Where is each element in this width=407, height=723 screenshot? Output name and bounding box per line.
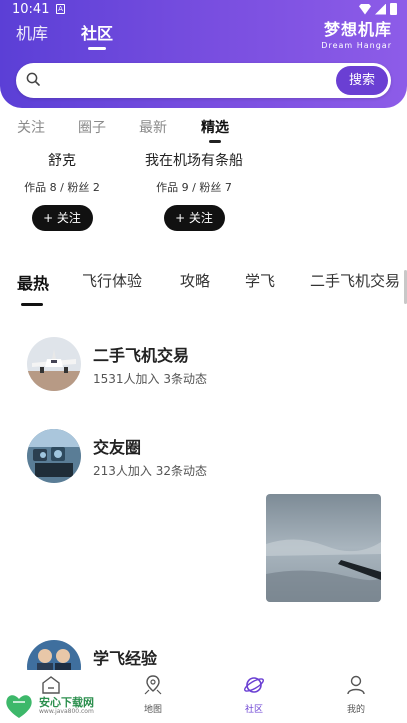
group-title: 学飞经验 — [93, 649, 158, 668]
nav-map-label: 地图 — [143, 705, 162, 715]
search-icon — [26, 72, 40, 86]
category-tabs: 最热 飞行体验 攻略 学飞 二手飞机交易 — [0, 270, 407, 294]
tab-circles[interactable]: 圈子 — [78, 117, 106, 137]
group-item[interactable]: 二手飞机交易 1531人加入 3条动态 — [27, 337, 387, 391]
user-icon — [347, 675, 365, 695]
user-stats: 作品 8 / 粉丝 2 — [24, 181, 100, 194]
category-indicator — [21, 303, 43, 306]
notification-icon: A — [56, 4, 65, 14]
brand-logo: 梦想机库 Dream Hangar — [321, 16, 392, 50]
tab-featured[interactable]: 精选 — [201, 117, 229, 137]
header: 10:41 A 机库 社区 梦想机库 Dream Hangar 搜索 — [0, 0, 407, 108]
group-avatar — [27, 429, 81, 483]
battery-icon — [390, 3, 397, 15]
tab-community[interactable]: 社区 — [81, 20, 113, 44]
wifi-icon — [359, 3, 371, 15]
nav-profile[interactable]: 我的 — [326, 674, 386, 715]
tab-latest[interactable]: 最新 — [139, 117, 167, 137]
user-name[interactable]: 我在机场有条船 — [119, 150, 269, 170]
follow-button[interactable]: + 关注 — [163, 205, 225, 231]
user-stats: 作品 9 / 粉丝 7 — [156, 181, 232, 194]
tab-hangar[interactable]: 机库 — [16, 20, 48, 44]
tab-indicator — [88, 47, 106, 50]
group-meta: 213人加入 32条动态 — [93, 464, 207, 478]
sub-tabs: 关注 圈子 最新 精选 — [0, 117, 407, 141]
watermark-url: www.java800.com — [39, 708, 94, 715]
planet-icon — [244, 677, 264, 693]
user-card: 舒克 作品 8 / 粉丝 2 + 关注 — [0, 150, 137, 231]
category-flight-experience[interactable]: 飞行体验 — [82, 270, 142, 291]
user-card: 我在机场有条船 作品 9 / 粉丝 7 + 关注 — [119, 150, 269, 231]
watermark-logo-icon — [6, 695, 32, 718]
signal-icon — [375, 3, 386, 15]
group-title: 交友圈 — [93, 438, 142, 457]
brand-name: 梦想机库 — [323, 20, 392, 39]
nav-map[interactable]: 地图 — [123, 674, 183, 715]
status-icons — [359, 3, 397, 15]
category-guides[interactable]: 攻略 — [180, 270, 210, 291]
group-avatar — [27, 337, 81, 391]
post-image[interactable] — [266, 494, 381, 602]
search-button[interactable]: 搜索 — [336, 66, 388, 95]
category-used-aircraft[interactable]: 二手飞机交易 — [310, 270, 400, 291]
search-bar: 搜索 — [16, 63, 391, 98]
search-input[interactable] — [50, 69, 340, 93]
status-time: 10:41 — [12, 2, 50, 17]
tab-follow[interactable]: 关注 — [17, 117, 45, 137]
category-learn-to-fly[interactable]: 学飞 — [245, 270, 275, 291]
brand-subtitle: Dream Hangar — [321, 41, 392, 50]
sub-tab-indicator — [209, 140, 221, 143]
map-icon — [144, 675, 162, 695]
group-title: 二手飞机交易 — [93, 346, 190, 365]
category-hot[interactable]: 最热 — [17, 270, 49, 294]
community-screen: 10:41 A 机库 社区 梦想机库 Dream Hangar 搜索 关注 圈子… — [0, 0, 407, 723]
user-name[interactable]: 舒克 — [0, 150, 137, 170]
watermark: 安心下载网 www.java800.com — [3, 692, 103, 720]
nav-community-label: 社区 — [244, 705, 263, 715]
nav-profile-label: 我的 — [346, 705, 365, 715]
group-item[interactable]: 交友圈 213人加入 32条动态 — [27, 429, 387, 483]
nav-community[interactable]: 社区 — [224, 674, 284, 715]
group-meta: 1531人加入 3条动态 — [93, 372, 207, 386]
follow-button[interactable]: + 关注 — [31, 205, 93, 231]
